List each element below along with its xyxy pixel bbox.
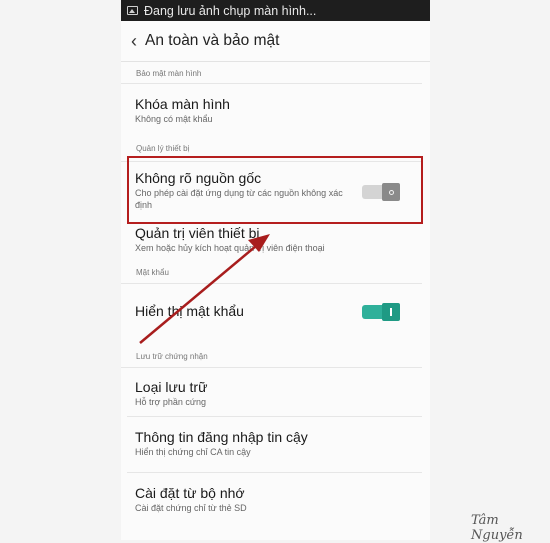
- arrow-shaft: [139, 245, 257, 344]
- annotation-arrow: [139, 234, 270, 344]
- watermark-signature: Tâm Nguyễn: [471, 513, 523, 543]
